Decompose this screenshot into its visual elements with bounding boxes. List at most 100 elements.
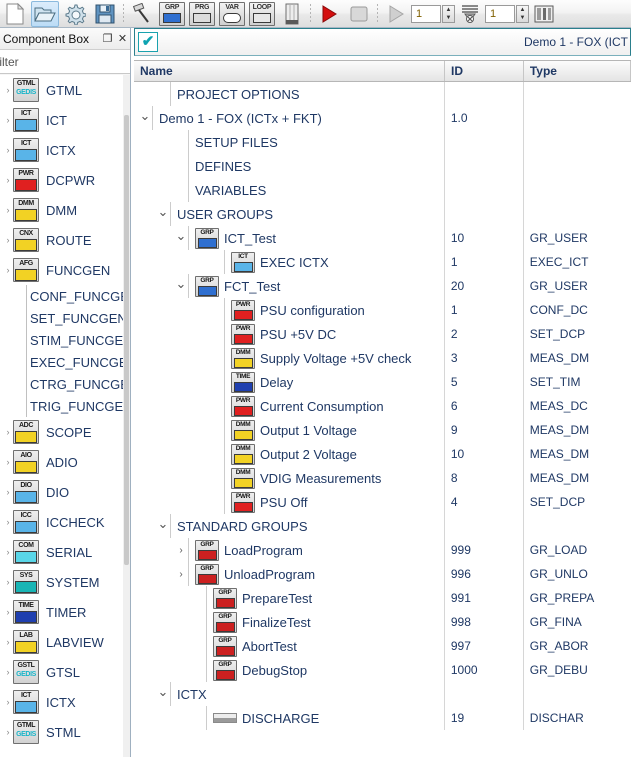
component-item-ictx[interactable]: ›ICTICTX: [0, 687, 124, 717]
tree-cell-name[interactable]: ⌄Demo 1 - FOX (ICTx + FKT): [134, 106, 445, 130]
component-item-serial[interactable]: ›COMSERIAL: [0, 537, 124, 567]
component-subitem-stim_funcgen[interactable]: STIM_FUNCGEN: [0, 329, 124, 351]
new-file-button[interactable]: [1, 1, 29, 27]
component-subitem-trig_funcgen[interactable]: TRIG_FUNCGEN: [0, 395, 124, 417]
chevron-right-icon[interactable]: ›: [3, 607, 13, 617]
run-button[interactable]: [315, 1, 343, 27]
table-row[interactable]: DMMOutput 2 Voltage10MEAS_DM: [134, 442, 631, 466]
component-subitem-ctrg_funcgen[interactable]: CTRG_FUNCGEN: [0, 373, 124, 395]
table-row[interactable]: SETUP FILES: [134, 130, 631, 154]
tree-cell-name[interactable]: GRPFinalizeTest: [134, 610, 445, 634]
save-button[interactable]: [91, 1, 119, 27]
component-subitem-exec_funcgen[interactable]: EXEC_FUNCGEN: [0, 351, 124, 373]
tree-cell-name[interactable]: PWRPSU configuration: [134, 298, 445, 322]
chevron-down-icon[interactable]: ⌄: [156, 688, 170, 701]
table-row[interactable]: PWRCurrent Consumption6MEAS_DC: [134, 394, 631, 418]
component-subitem-conf_funcgen[interactable]: CONF_FUNCGEN: [0, 285, 124, 307]
table-row[interactable]: DISCHARGE19DISCHAR: [134, 706, 631, 730]
chevron-down-icon[interactable]: ⌄: [174, 280, 188, 293]
component-item-iccheck[interactable]: ›ICCICCHECK: [0, 507, 124, 537]
table-row[interactable]: ICTEXEC ICTX1EXEC_ICT: [134, 250, 631, 274]
loop-count-up[interactable]: ▲: [446, 7, 452, 13]
table-row[interactable]: ⌄ICTX: [134, 682, 631, 706]
float-icon[interactable]: ❐: [100, 32, 115, 45]
tree-cell-name[interactable]: TIMEDelay: [134, 370, 445, 394]
chevron-down-icon[interactable]: ⌄: [156, 520, 170, 533]
chevron-right-icon[interactable]: ›: [3, 457, 13, 467]
add-variable-button[interactable]: VAR: [218, 1, 246, 27]
component-item-dio[interactable]: ›DIODIO: [0, 477, 124, 507]
checkmark-icon[interactable]: ✔: [138, 32, 158, 52]
tree-cell-name[interactable]: ⌄GRPFCT_Test: [134, 274, 445, 298]
table-row[interactable]: ⌄Demo 1 - FOX (ICTx + FKT)1.0: [134, 106, 631, 130]
column-header-type[interactable]: Type: [524, 61, 631, 81]
tree-cell-name[interactable]: ⌄STANDARD GROUPS: [134, 514, 445, 538]
table-row[interactable]: GRPDebugStop1000GR_DEBU: [134, 658, 631, 682]
tree-grid-body[interactable]: PROJECT OPTIONS⌄Demo 1 - FOX (ICTx + FKT…: [134, 82, 631, 757]
chevron-right-icon[interactable]: ›: [3, 85, 13, 95]
table-row[interactable]: DMMVDIG Measurements8MEAS_DM: [134, 466, 631, 490]
chevron-down-icon[interactable]: ⌄: [156, 208, 170, 221]
loop-count-down[interactable]: ▼: [446, 15, 452, 21]
column-header-id[interactable]: ID: [445, 61, 524, 81]
tree-cell-name[interactable]: ›GRPLoadProgram: [134, 538, 445, 562]
component-item-scope[interactable]: ›ADCSCOPE: [0, 417, 124, 447]
tree-cell-name[interactable]: VARIABLES: [134, 178, 445, 202]
component-item-ict[interactable]: ›ICTICT: [0, 105, 124, 135]
component-item-gtsl[interactable]: ›GSTLGEDISGTSL: [0, 657, 124, 687]
tree-cell-name[interactable]: ⌄USER GROUPS: [134, 202, 445, 226]
chevron-right-icon[interactable]: ›: [3, 175, 13, 185]
chevron-right-icon[interactable]: ›: [3, 517, 13, 527]
column-header-name[interactable]: Name: [134, 61, 445, 81]
pass-count-up[interactable]: ▲: [520, 7, 526, 13]
chevron-right-icon[interactable]: ›: [174, 545, 188, 556]
loop-count-input[interactable]: 1: [411, 5, 441, 23]
component-subitem-set_funcgen[interactable]: SET_FUNCGEN: [0, 307, 124, 329]
component-item-dmm[interactable]: ›DMMDMM: [0, 195, 124, 225]
project-settings-button[interactable]: [61, 1, 89, 27]
tree-cell-name[interactable]: GRPDebugStop: [134, 658, 445, 682]
component-item-dcpwr[interactable]: ›PWRDCPWR: [0, 165, 124, 195]
table-row[interactable]: PWRPSU configuration1CONF_DC: [134, 298, 631, 322]
chevron-right-icon[interactable]: ›: [3, 427, 13, 437]
table-row[interactable]: ⌄USER GROUPS: [134, 202, 631, 226]
filter-input[interactable]: [0, 51, 131, 73]
tree-cell-name[interactable]: ⌄GRPICT_Test: [134, 226, 445, 250]
add-loop-button[interactable]: LOOP: [248, 1, 276, 27]
report-button[interactable]: [530, 1, 558, 27]
open-project-button[interactable]: [31, 1, 59, 27]
add-program-button[interactable]: PRG: [188, 1, 216, 27]
close-icon[interactable]: ✕: [115, 32, 130, 45]
chevron-down-icon[interactable]: ⌄: [138, 112, 152, 125]
table-row[interactable]: VARIABLES: [134, 178, 631, 202]
table-row[interactable]: ⌄STANDARD GROUPS: [134, 514, 631, 538]
pass-count-down[interactable]: ▼: [520, 15, 526, 21]
tree-cell-name[interactable]: PWRCurrent Consumption: [134, 394, 445, 418]
table-row[interactable]: ⌄GRPICT_Test10GR_USER: [134, 226, 631, 250]
table-row[interactable]: ›GRPUnloadProgram996GR_UNLO: [134, 562, 631, 586]
tree-cell-name[interactable]: GRPPrepareTest: [134, 586, 445, 610]
component-list[interactable]: ›GTMLGEDISGTML›ICTICT›ICTICTX›PWRDCPWR›D…: [0, 75, 124, 757]
tree-cell-name[interactable]: ›GRPUnloadProgram: [134, 562, 445, 586]
stop-button[interactable]: [345, 1, 373, 27]
tree-cell-name[interactable]: ⌄ICTX: [134, 682, 445, 706]
table-row[interactable]: ›GRPLoadProgram999GR_LOAD: [134, 538, 631, 562]
component-item-ictx[interactable]: ›ICTICTX: [0, 135, 124, 165]
build-hammer-button[interactable]: [128, 1, 156, 27]
tree-cell-name[interactable]: PWRPSU +5V DC: [134, 322, 445, 346]
loop-count-stepper[interactable]: ▲ ▼: [442, 5, 455, 23]
chevron-right-icon[interactable]: ›: [3, 727, 13, 737]
chevron-right-icon[interactable]: ›: [3, 547, 13, 557]
loop-down-button[interactable]: [456, 1, 484, 27]
chevron-down-icon[interactable]: ⌄: [174, 232, 188, 245]
tree-cell-name[interactable]: DMMSupply Voltage +5V check: [134, 346, 445, 370]
component-item-adio[interactable]: ›AIOADIO: [0, 447, 124, 477]
add-group-button[interactable]: GRP: [158, 1, 186, 27]
chevron-right-icon[interactable]: ›: [3, 577, 13, 587]
table-row[interactable]: PROJECT OPTIONS: [134, 82, 631, 106]
table-row[interactable]: DEFINES: [134, 154, 631, 178]
tree-cell-name[interactable]: DMMVDIG Measurements: [134, 466, 445, 490]
chevron-right-icon[interactable]: ›: [3, 487, 13, 497]
chevron-right-icon[interactable]: ›: [3, 115, 13, 125]
tree-cell-name[interactable]: PWRPSU Off: [134, 490, 445, 514]
